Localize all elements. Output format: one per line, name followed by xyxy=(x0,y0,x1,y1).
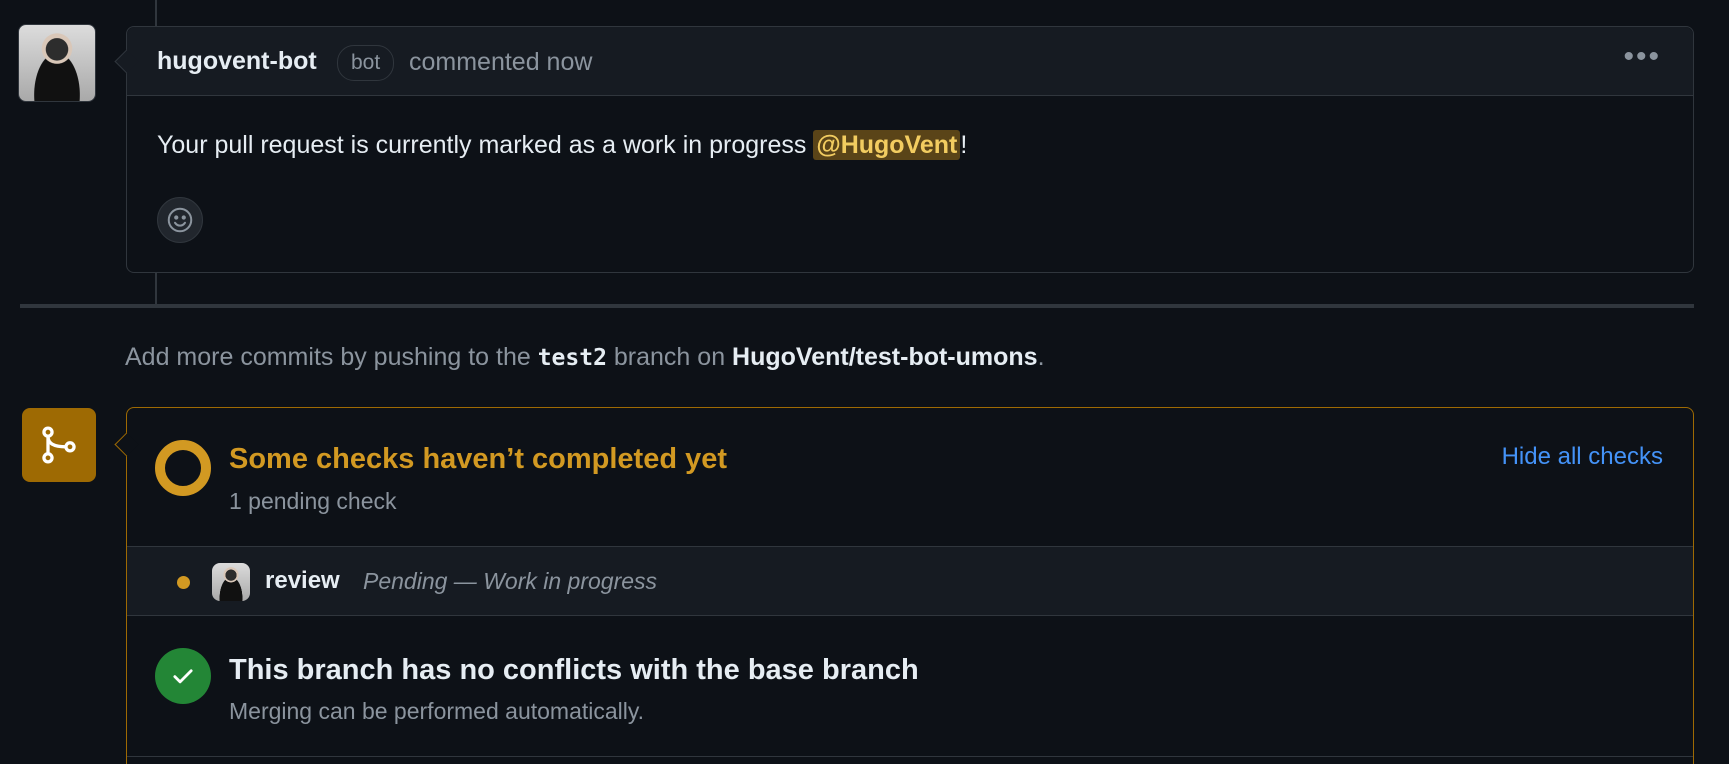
check-status: Pending — Work in progress xyxy=(363,568,658,594)
merge-status-box: Some checks haven’t completed yet 1 pend… xyxy=(114,407,1694,764)
pending-status-icon xyxy=(155,440,211,496)
kebab-horizontal-icon[interactable]: ••• xyxy=(1623,42,1661,72)
branch-name[interactable]: test2 xyxy=(538,345,607,371)
bot-badge: bot xyxy=(337,45,395,81)
timeline-line-top xyxy=(155,0,157,26)
checks-title: Some checks haven’t completed yet xyxy=(229,443,728,475)
check-row-review[interactable]: review Pending — Work in progress xyxy=(127,546,1693,616)
merge-pointer xyxy=(114,432,139,457)
comment-timestamp[interactable]: commented now xyxy=(409,48,592,77)
bot-comment: hugovent-bot bot commented now ••• Your … xyxy=(114,26,1694,273)
hide-all-checks-link[interactable]: Hide all checks xyxy=(1502,443,1663,471)
add-reaction-button[interactable] xyxy=(157,197,203,243)
timeline-separator xyxy=(20,304,1694,308)
comment-text: Your pull request is currently marked as… xyxy=(157,131,814,159)
comment-pointer xyxy=(114,49,139,74)
no-conflicts-subtitle: Merging can be performed automatically. xyxy=(229,698,645,724)
user-mention[interactable]: @HugoVent xyxy=(813,130,961,160)
author-avatar[interactable] xyxy=(18,24,96,102)
comment-author[interactable]: hugovent-bot xyxy=(157,47,317,76)
pr-timeline: hugovent-bot bot commented now ••• Your … xyxy=(0,0,1729,764)
pending-dot-icon xyxy=(177,576,190,589)
git-merge-icon xyxy=(22,408,96,482)
no-conflicts-title: This branch has no conflicts with the ba… xyxy=(229,654,919,686)
comment-body: Your pull request is currently marked as… xyxy=(157,130,968,160)
check-circle-icon xyxy=(155,648,211,704)
check-app-avatar xyxy=(212,563,250,601)
comment-text-suffix: ! xyxy=(960,131,968,159)
push-note-suffix: . xyxy=(1037,343,1045,371)
checks-summary: 1 pending check xyxy=(229,488,397,514)
smiley-icon xyxy=(167,207,193,233)
comment-header: hugovent-bot bot commented now ••• xyxy=(114,27,1693,96)
push-note-prefix: Add more commits by pushing to the xyxy=(125,343,538,371)
push-note-middle: branch on xyxy=(606,343,733,371)
check-name: review xyxy=(265,567,340,594)
timeline-line-middle xyxy=(155,273,157,304)
push-instructions: Add more commits by pushing to the test2… xyxy=(125,343,1045,372)
repository-link[interactable]: HugoVent/test-bot-umons xyxy=(732,343,1038,371)
merge-box-divider xyxy=(127,756,1693,757)
